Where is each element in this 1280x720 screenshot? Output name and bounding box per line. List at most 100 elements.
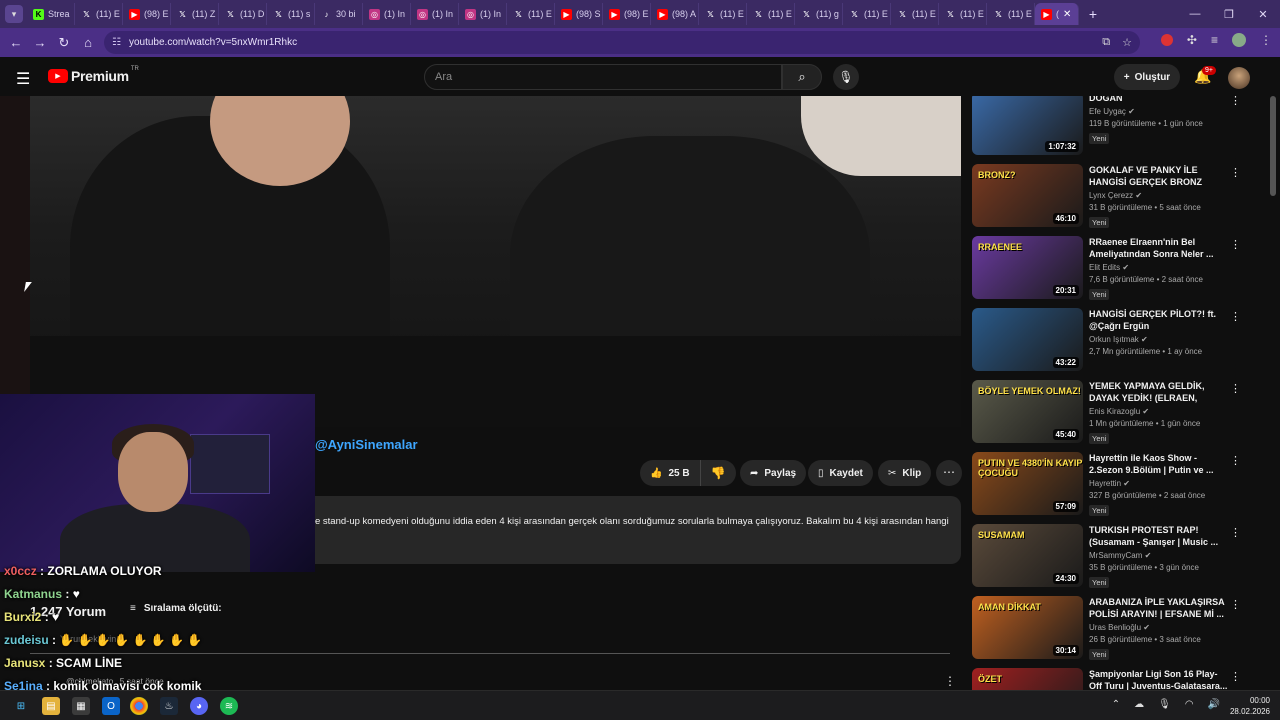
tray-app-icon[interactable]: ☁ [1134, 699, 1144, 710]
extension-icon[interactable] [1160, 34, 1173, 46]
channel-handle[interactable]: @AyniSinemalar [315, 437, 418, 452]
browser-tab[interactable]: 𝕏 (11) D [219, 3, 267, 25]
video-player[interactable] [30, 96, 961, 427]
browser-tab[interactable]: 𝕏 (11) E [939, 3, 987, 25]
browser-menu-icon[interactable]: ⋮ [1260, 33, 1272, 47]
discord-icon[interactable]: ◕ [190, 697, 208, 715]
browser-tab[interactable]: 𝕏 (11) E [507, 3, 555, 25]
wifi-icon[interactable]: ◠ [1185, 699, 1194, 710]
more-options-icon[interactable]: ⋮ [1230, 670, 1241, 683]
video-thumbnail[interactable]: ÖZET [972, 668, 1083, 690]
channel-name[interactable]: Enis Kirazoglu ✔ [1089, 407, 1229, 416]
comment-menu-icon[interactable]: ⋮ [944, 674, 956, 688]
browser-tab[interactable]: K Strea [27, 3, 75, 25]
more-options-icon[interactable]: ⋮ [1230, 454, 1241, 467]
like-button[interactable]: 👍 25 B [640, 460, 701, 486]
video-title[interactable]: DOĞAN [1089, 96, 1229, 104]
media-icon[interactable]: ≡ [1211, 33, 1218, 47]
tab-search-icon[interactable]: ▾ [5, 5, 23, 23]
more-options-icon[interactable]: ⋮ [1230, 598, 1241, 611]
browser-tab[interactable]: ▶ (98) E [123, 3, 171, 25]
search-input[interactable]: Ara [424, 64, 782, 90]
forward-icon[interactable]: → [28, 35, 52, 50]
recommended-video-card[interactable]: 1:07:32 DOĞAN Efe Uygaç ✔ 119 B görüntül… [972, 96, 1252, 156]
video-thumbnail[interactable]: 1:07:32 [972, 96, 1083, 155]
recommended-video-card[interactable]: BRONZ? 46:10 GOKALAF VE PANKY İLE HANGİS… [972, 164, 1252, 228]
recommended-video-card[interactable]: PUTIN VE 4380'İN KAYIP ÇOCUĞU 57:09 Hayr… [972, 452, 1252, 516]
channel-name[interactable]: Hayrettin ✔ [1089, 479, 1229, 488]
youtube-logo[interactable]: ▶ Premium TR [48, 66, 139, 84]
outlook-icon[interactable]: O [102, 697, 120, 715]
more-options-icon[interactable]: ⋮ [1230, 238, 1241, 251]
share-button[interactable]: ➦ Paylaş [740, 460, 807, 486]
video-thumbnail[interactable]: SUSAMAM 24:30 [972, 524, 1083, 587]
page-scrollbar[interactable] [1270, 96, 1276, 196]
recommended-video-card[interactable]: 43:22 HANGİSİ GERÇEK PİLOT?! ft. @Çağrı … [972, 308, 1252, 372]
spotify-icon[interactable]: ≋ [220, 697, 238, 715]
windows-start-icon[interactable]: ⊞ [12, 697, 30, 715]
browser-tab[interactable]: 𝕏 (11) Z [171, 3, 219, 25]
video-title[interactable]: ARABANIZA İPLE YAKLAŞIRSA POLİSİ ARAYIN!… [1089, 596, 1229, 620]
store-icon[interactable]: ▦ [72, 697, 90, 715]
install-app-icon[interactable]: ⧉ [1102, 36, 1110, 49]
site-info-icon[interactable]: ☷ [112, 37, 121, 48]
more-actions-icon[interactable]: ⋯ [936, 460, 962, 486]
browser-tab[interactable]: 𝕏 (11) E [891, 3, 939, 25]
browser-tab[interactable]: ◎ (1) In [411, 3, 459, 25]
bookmark-star-icon[interactable]: ☆ [1122, 36, 1132, 49]
puzzle-icon[interactable]: ✣ [1187, 33, 1197, 47]
active-tab[interactable]: ▶ ( ✕ [1035, 3, 1079, 25]
microphone-icon[interactable]: 🎙 [833, 64, 859, 90]
recommended-video-card[interactable]: BÖYLE YEMEK OLMAZ! 45:40 YEMEK YAPMAYA G… [972, 380, 1252, 444]
video-title[interactable]: Şampiyonlar Ligi Son 16 Play-Off Turu | … [1089, 668, 1229, 690]
video-thumbnail[interactable]: RRAENEE 20:31 [972, 236, 1083, 299]
search-icon[interactable]: ⌕ [782, 64, 822, 90]
profile-avatar-icon[interactable] [1232, 33, 1246, 47]
channel-name[interactable]: MrSammyCam ✔ [1089, 551, 1229, 560]
video-title[interactable]: RRaenee Elraenn'nin Bel Ameliyatından So… [1089, 236, 1229, 260]
back-icon[interactable]: ← [4, 35, 28, 50]
browser-tab[interactable]: 𝕏 (11) E [699, 3, 747, 25]
browser-tab[interactable]: 𝕏 (11) E [75, 3, 123, 25]
steam-icon[interactable]: ♨ [160, 697, 178, 715]
video-title[interactable]: Hayrettin ile Kaos Show - 2.Sezon 9.Bölü… [1089, 452, 1229, 476]
system-clock[interactable]: 00:00 28.02.2026 [1230, 695, 1270, 717]
more-options-icon[interactable]: ⋮ [1230, 310, 1241, 323]
browser-tab[interactable]: 𝕏 (11) g [795, 3, 843, 25]
more-options-icon[interactable]: ⋮ [1230, 526, 1241, 539]
browser-tab[interactable]: ▶ (98) E [603, 3, 651, 25]
url-field[interactable]: ☷ youtube.com/watch?v=5nxWmr1Rhkc ⧉ ☆ [104, 31, 1140, 54]
video-title[interactable]: GOKALAF VE PANKY İLE HANGİSİ GERÇEK BRON… [1089, 164, 1229, 188]
channel-name[interactable]: Efe Uygaç ✔ [1089, 107, 1229, 116]
chrome-icon[interactable] [130, 697, 148, 715]
video-thumbnail[interactable]: 43:22 [972, 308, 1083, 371]
browser-tab[interactable]: ◎ (1) In [459, 3, 507, 25]
video-title[interactable]: TURKISH PROTEST RAP! (Susamam - Şanışer … [1089, 524, 1229, 548]
browser-tab[interactable]: 𝕏 (11) s [267, 3, 315, 25]
create-button[interactable]: + Oluştur [1114, 64, 1180, 90]
recommended-video-card[interactable]: AMAN DİKKAT 30:14 ARABANIZA İPLE YAKLAŞI… [972, 596, 1252, 660]
account-avatar[interactable] [1228, 67, 1250, 89]
video-thumbnail[interactable]: AMAN DİKKAT 30:14 [972, 596, 1083, 659]
maximize-icon[interactable]: ❐ [1212, 8, 1246, 21]
recommended-video-card[interactable]: RRAENEE 20:31 RRaenee Elraenn'nin Bel Am… [972, 236, 1252, 300]
more-options-icon[interactable]: ⋮ [1230, 166, 1241, 179]
browser-tab[interactable]: 𝕏 (11) E [843, 3, 891, 25]
clip-button[interactable]: ✂ Klip [878, 460, 932, 486]
close-window-icon[interactable]: ✕ [1246, 8, 1280, 21]
channel-name[interactable]: Lynx Çerezz ✔ [1089, 191, 1229, 200]
more-options-icon[interactable]: ⋮ [1230, 382, 1241, 395]
dislike-button[interactable]: 👎 [701, 460, 736, 486]
recommended-video-card[interactable]: ÖZET Şampiyonlar Ligi Son 16 Play-Off Tu… [972, 668, 1252, 690]
more-options-icon[interactable]: ⋮ [1230, 96, 1241, 107]
browser-tab[interactable]: ◎ (1) In [363, 3, 411, 25]
browser-tab[interactable]: ▶ (98) S [555, 3, 603, 25]
channel-name[interactable]: Elit Edits ✔ [1089, 263, 1229, 272]
video-thumbnail[interactable]: BRONZ? 46:10 [972, 164, 1083, 227]
channel-name[interactable]: Uras Benlioğlu ✔ [1089, 623, 1229, 632]
channel-name[interactable]: Orkun Işıtmak ✔ [1089, 335, 1229, 344]
close-icon[interactable]: ✕ [1063, 9, 1071, 20]
recommended-video-card[interactable]: SUSAMAM 24:30 TURKISH PROTEST RAP! (Susa… [972, 524, 1252, 588]
video-thumbnail[interactable]: BÖYLE YEMEK OLMAZ! 45:40 [972, 380, 1083, 443]
video-title[interactable]: YEMEK YAPMAYA GELDİK, DAYAK YEDİK! (ELRA… [1089, 380, 1229, 404]
